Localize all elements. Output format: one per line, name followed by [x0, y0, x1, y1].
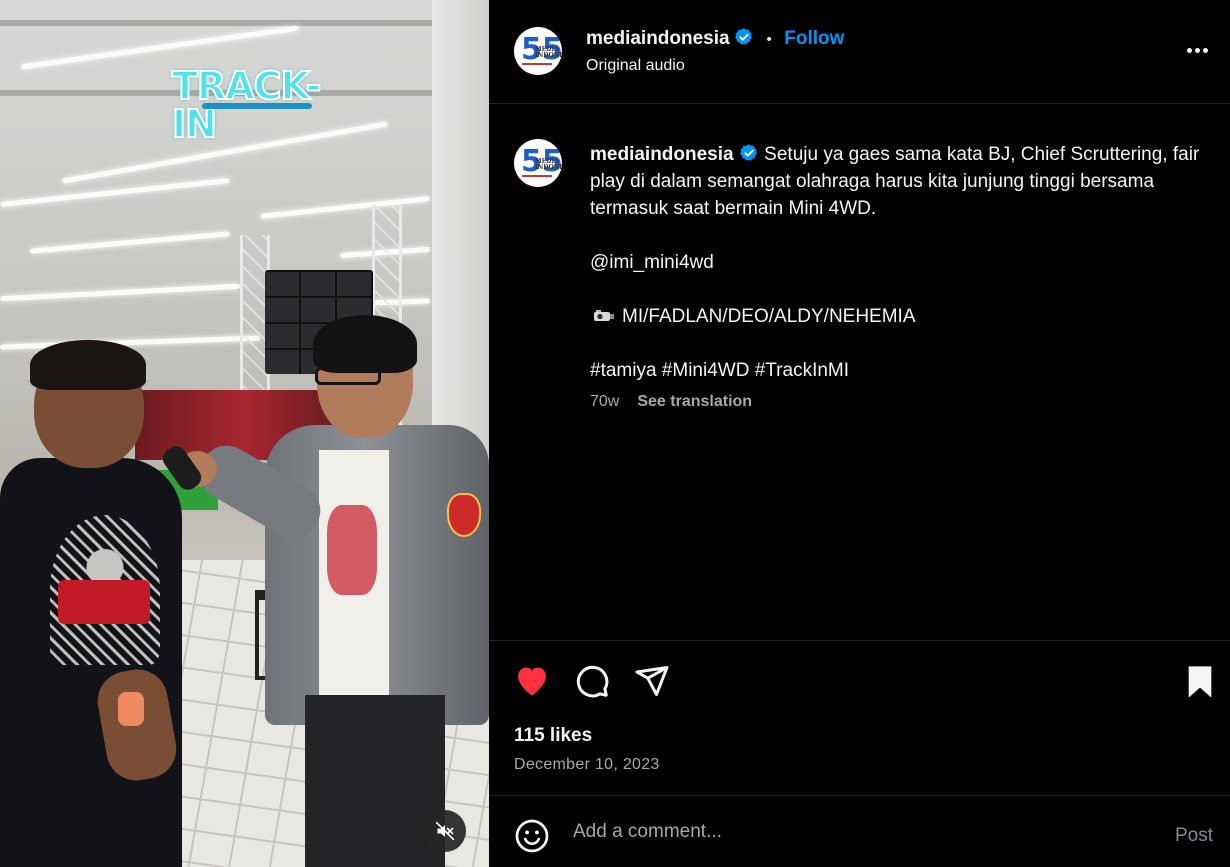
post-panel: 55 MEDIA INDONESIA mediaindonesia • Foll… — [489, 0, 1230, 867]
emoji-icon[interactable] — [514, 818, 550, 854]
share-icon[interactable] — [634, 663, 670, 699]
post-comment-button[interactable]: Post — [1175, 825, 1213, 847]
post-date[interactable]: December 10, 2023 — [514, 756, 660, 774]
interviewer — [177, 315, 489, 867]
caption-username-link[interactable]: mediaindonesia — [590, 144, 734, 165]
comment-icon[interactable] — [574, 663, 610, 699]
post-age[interactable]: 70w — [590, 393, 619, 411]
header-title-row: mediaindonesia • Follow — [586, 27, 844, 50]
ceiling-light — [0, 283, 240, 302]
ceiling-light — [260, 196, 430, 219]
more-options-button[interactable] — [1183, 38, 1211, 62]
caption-avatar[interactable]: 55 MEDIA INDONESIA — [514, 139, 562, 187]
camera-icon — [594, 310, 614, 321]
follow-button[interactable]: Follow — [784, 28, 844, 49]
action-bar: 115 likes December 10, 2023 — [489, 640, 1230, 795]
reel-video[interactable]: TRACK-IN — [0, 0, 489, 867]
caption-body: mediaindonesia Setuju ya gaes sama kata … — [590, 141, 1210, 222]
audio-label[interactable]: Original audio — [586, 57, 685, 75]
hashtags[interactable]: #tamiya #Mini4WD #TrackInMI — [590, 357, 1210, 384]
comment-bar: Post — [489, 795, 1230, 867]
credit-line: MI/FADLAN/DEO/ALDY/NEHEMIA — [590, 303, 1210, 330]
ceiling-light — [30, 231, 230, 254]
separator-dot: • — [766, 31, 772, 48]
caption-meta: 70w See translation — [590, 393, 752, 411]
see-translation-button[interactable]: See translation — [637, 393, 752, 411]
mention-link[interactable]: @imi_mini4wd — [590, 249, 1210, 276]
ceiling-light — [0, 177, 230, 208]
avatar[interactable]: 55 MEDIA INDONESIA — [514, 27, 562, 75]
heart-icon[interactable] — [513, 663, 551, 697]
caption: mediaindonesia Setuju ya gaes sama kata … — [590, 141, 1210, 384]
post-header: 55 MEDIA INDONESIA mediaindonesia • Foll… — [489, 0, 1230, 104]
ceiling-beam — [0, 20, 489, 26]
interviewee — [0, 340, 190, 867]
speaker-muted-icon — [435, 821, 455, 841]
comment-input[interactable] — [573, 816, 1153, 848]
likes-count[interactable]: 115 likes — [514, 725, 592, 747]
verified-badge-icon — [735, 28, 752, 45]
mute-toggle-button[interactable] — [424, 810, 466, 852]
verified-badge-icon — [739, 144, 757, 161]
ellipsis-icon — [1186, 47, 1192, 53]
track-in-logo: TRACK-IN — [171, 64, 322, 146]
bookmark-icon[interactable] — [1185, 665, 1215, 699]
username-link[interactable]: mediaindonesia — [586, 28, 730, 49]
ceiling-light — [21, 25, 299, 70]
